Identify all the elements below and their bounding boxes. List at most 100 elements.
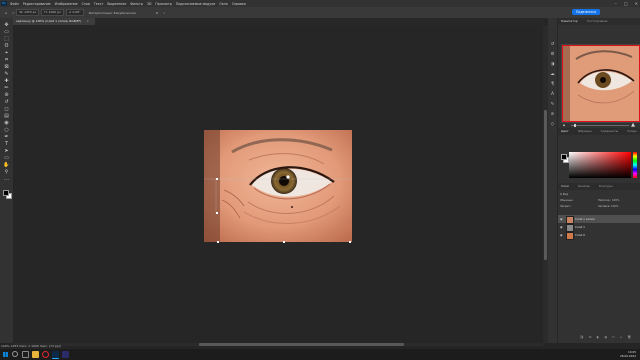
- blend-mode-select[interactable]: Обычные: [560, 199, 573, 202]
- history-icon[interactable]: ↺: [550, 42, 555, 47]
- opera-icon[interactable]: [42, 351, 49, 358]
- zoom-tool[interactable]: ⚲: [3, 169, 10, 175]
- character-icon[interactable]: A: [550, 92, 555, 97]
- new-layer-icon[interactable]: +: [620, 335, 623, 339]
- interpolation-select[interactable]: Интерполяция: Бикубическая: [89, 11, 136, 15]
- opacity-field[interactable]: Непрозр.: 100%: [598, 199, 619, 202]
- layer-row[interactable]: ◉ Слой 0: [558, 231, 640, 240]
- eraser-tool[interactable]: ◻: [3, 106, 10, 112]
- menu-type[interactable]: Текст: [94, 2, 103, 6]
- tab-paths[interactable]: Контуры: [599, 184, 613, 188]
- share-button[interactable]: Поделиться: [571, 9, 600, 15]
- layer-row[interactable]: ◉ Слой 1: [558, 223, 640, 232]
- channels-icon[interactable]: ≋: [550, 112, 555, 117]
- dodge-tool[interactable]: ○: [3, 127, 10, 133]
- menu-image[interactable]: Изображение: [55, 2, 78, 6]
- explorer-icon[interactable]: [32, 351, 39, 358]
- transform-handle-bl[interactable]: [217, 241, 219, 243]
- gradient-tool[interactable]: ▤: [3, 113, 10, 119]
- system-clock[interactable]: 10:05 28.06.2022: [620, 350, 636, 358]
- type-tool[interactable]: T: [3, 141, 10, 147]
- canvas-image[interactable]: [204, 130, 352, 242]
- panel-foreground-swatch[interactable]: [561, 154, 567, 160]
- folder-icon[interactable]: ▭: [612, 335, 615, 339]
- navigator-view-box[interactable]: [562, 45, 640, 122]
- clone-stamp-tool[interactable]: ⊛: [3, 92, 10, 98]
- link-icon[interactable]: ⛓: [580, 335, 584, 339]
- eyedropper-tool[interactable]: ✎: [3, 71, 10, 77]
- menu-view[interactable]: Просмотр: [155, 2, 171, 6]
- zoom-out-icon[interactable]: ▴: [563, 122, 565, 127]
- transform-handle-br[interactable]: [349, 241, 351, 243]
- app-taskbar-icon[interactable]: [62, 351, 69, 358]
- horizontal-scroll-thumb[interactable]: [199, 343, 404, 346]
- brush-tool[interactable]: ✏: [3, 85, 10, 91]
- navigator-thumbnail[interactable]: [561, 44, 640, 123]
- tab-color[interactable]: Цвет: [561, 129, 569, 133]
- trash-icon[interactable]: 🗑: [627, 335, 631, 339]
- horizontal-scrollbar[interactable]: [14, 343, 543, 346]
- tab-histogram[interactable]: Гистограмма: [587, 19, 608, 23]
- angle-field[interactable]: ∠ 0,00°: [65, 9, 84, 16]
- paths-icon[interactable]: ◇: [550, 122, 555, 127]
- menu-help[interactable]: Справка: [232, 2, 246, 6]
- tab-navigator[interactable]: Навигатор: [561, 19, 578, 23]
- document-tab[interactable]: картинку @ 100% (Слой 1 копия, RGB/8*) ×: [13, 18, 95, 25]
- brush-settings-icon[interactable]: ✎: [550, 102, 555, 107]
- crop-tool[interactable]: ⌗: [3, 57, 10, 63]
- tab-gradients[interactable]: Градиенты: [601, 129, 619, 133]
- menu-plugins[interactable]: Подключаемые модули: [176, 2, 215, 6]
- history-brush-tool[interactable]: ↺: [3, 99, 10, 105]
- close-tab-icon[interactable]: ×: [86, 19, 89, 23]
- windows-start-icon[interactable]: [3, 352, 8, 357]
- tab-channels[interactable]: Каналы: [578, 184, 590, 188]
- layer-row[interactable]: ◉ Слой 1 копия: [558, 215, 640, 224]
- width-field[interactable]: W: 1253 px: [16, 9, 40, 16]
- zoom-slider[interactable]: [571, 125, 629, 126]
- transform-handle-bm[interactable]: [283, 241, 285, 243]
- pen-tool[interactable]: ✒: [3, 134, 10, 140]
- properties-icon[interactable]: ⚙: [550, 52, 555, 57]
- home-icon[interactable]: ⌂: [5, 11, 7, 15]
- menu-edit[interactable]: Редактирование: [23, 2, 51, 6]
- foreground-color-swatch[interactable]: [3, 190, 9, 196]
- marquee-tool[interactable]: ⬚: [3, 36, 10, 42]
- layer-kind-filter[interactable]: Q Вид: [560, 193, 568, 196]
- visibility-eye-icon[interactable]: ◉: [560, 215, 563, 223]
- height-field[interactable]: H: 1000 px: [41, 9, 64, 16]
- commit-transform-icon[interactable]: ✓: [163, 11, 166, 15]
- close-window-button[interactable]: ✕: [635, 0, 638, 7]
- search-icon[interactable]: [12, 351, 18, 357]
- transform-handle-ml[interactable]: [216, 212, 218, 214]
- frame-tool[interactable]: ⊠: [3, 64, 10, 70]
- libraries-icon[interactable]: ☁: [550, 72, 555, 77]
- fill-field[interactable]: Заливка: 100%: [598, 205, 618, 208]
- cancel-transform-icon[interactable]: ⊘: [156, 11, 159, 15]
- minimize-button[interactable]: –: [615, 0, 617, 7]
- photoshop-logo[interactable]: Ps: [1, 1, 7, 6]
- spot-healing-tool[interactable]: ✚: [3, 78, 10, 84]
- adjustment-icon[interactable]: ◑: [604, 335, 607, 339]
- menu-window[interactable]: Окно: [219, 2, 227, 6]
- color-field[interactable]: [569, 152, 631, 178]
- hand-tool[interactable]: ✋: [3, 162, 10, 168]
- move-tool[interactable]: ✥: [3, 22, 10, 28]
- zoom-slider-knob[interactable]: [573, 124, 576, 127]
- visibility-eye-icon[interactable]: ◉: [560, 223, 563, 231]
- tab-layers[interactable]: Слои: [561, 184, 569, 188]
- adjustments-icon[interactable]: ◑: [550, 62, 555, 67]
- object-select-tool[interactable]: ⌖: [3, 50, 10, 56]
- tab-swatches[interactable]: Образцы: [578, 129, 592, 133]
- vertical-scroll-thumb[interactable]: [544, 110, 547, 260]
- menu-file[interactable]: Файл: [10, 2, 19, 6]
- rectangle-tool[interactable]: ▭: [3, 155, 10, 161]
- menu-select[interactable]: Выделение: [107, 2, 126, 6]
- mask-icon[interactable]: ◐: [597, 335, 600, 339]
- path-select-tool[interactable]: ➤: [3, 148, 10, 154]
- menu-filter[interactable]: Фильтр: [130, 2, 143, 6]
- maximize-button[interactable]: □: [624, 0, 628, 7]
- paragraph-icon[interactable]: ¶: [550, 82, 555, 87]
- tab-patterns[interactable]: Узоры: [627, 129, 637, 133]
- hue-slider[interactable]: [633, 152, 637, 178]
- photoshop-taskbar-icon[interactable]: [52, 351, 59, 359]
